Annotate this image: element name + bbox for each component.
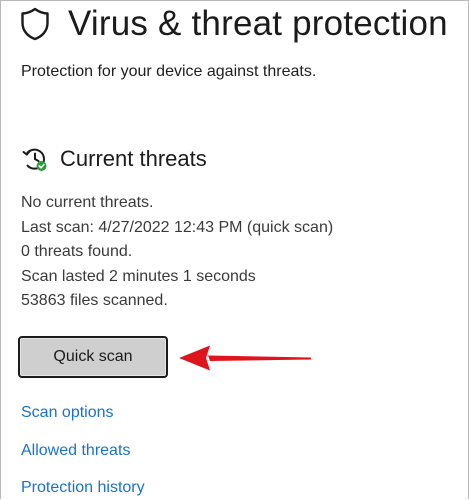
quick-scan-button[interactable]: Quick scan — [18, 336, 168, 378]
last-scan-text: Last scan: 4/27/2022 12:43 PM (quick sca… — [21, 218, 334, 236]
files-scanned-text: 53863 files scanned. — [21, 292, 168, 309]
current-threats-header: Current threats — [22, 146, 207, 172]
threat-status-text: No current threats. — [21, 194, 154, 211]
page-header: Virus & threat protection — [20, 4, 448, 44]
section-title: Current threats — [60, 146, 207, 171]
shield-icon — [21, 7, 49, 41]
threat-details: No current threats. Last scan: 4/27/2022… — [21, 191, 333, 314]
threats-found-text: 0 threats found. — [21, 243, 133, 260]
page-title: Virus & threat protection — [68, 4, 448, 43]
allowed-threats-link[interactable]: Allowed threats — [21, 442, 130, 460]
threat-scan-icon — [22, 148, 47, 171]
page-subtitle: Protection for your device against threa… — [21, 63, 317, 80]
protection-history-link[interactable]: Protection history — [21, 479, 145, 497]
red-arrow-icon — [179, 345, 311, 371]
scan-options-link[interactable]: Scan options — [21, 404, 114, 422]
scan-duration-text: Scan lasted 2 minutes 1 seconds — [21, 267, 256, 285]
